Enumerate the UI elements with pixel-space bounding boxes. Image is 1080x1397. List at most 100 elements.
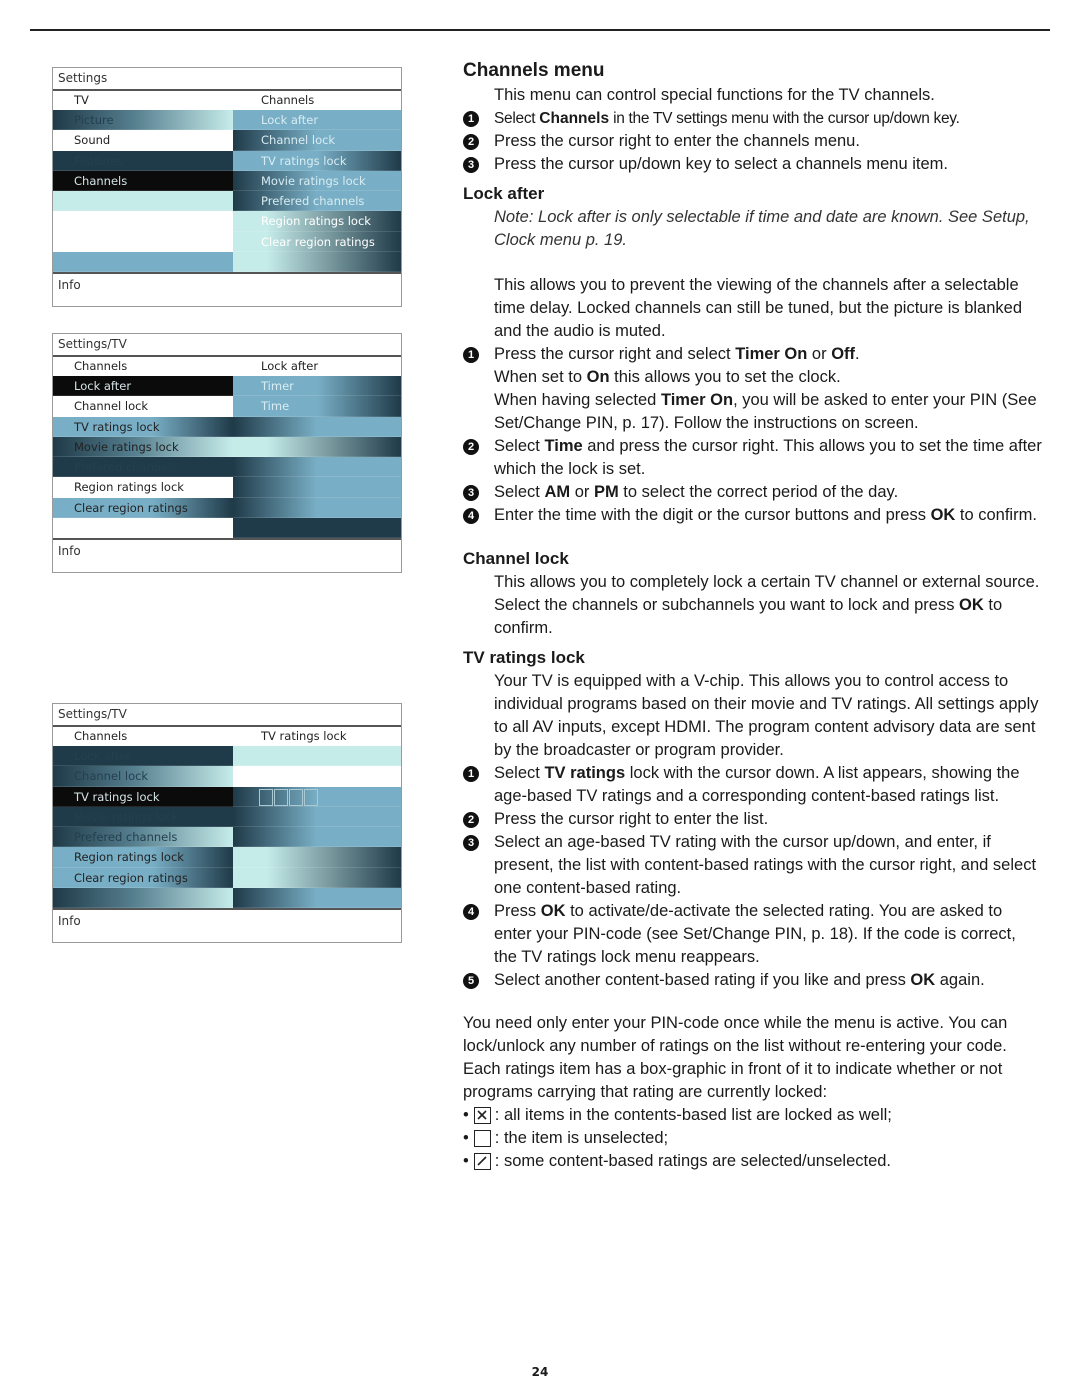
submenu-item — [233, 518, 401, 539]
menu-item[interactable]: Lock after — [53, 746, 233, 767]
step-bold: Channels — [539, 110, 610, 127]
legend-item: • : some content-based ratings are selec… — [463, 1152, 892, 1170]
step-item: 4 Enter the time with the digit or the c… — [463, 504, 1043, 527]
step-number-icon: 3 — [463, 835, 479, 851]
menu-item[interactable]: Movie ratings lock — [53, 806, 233, 828]
step-item: 1 Select Channels in the TV settings men… — [463, 107, 1043, 130]
pin-note: You need only enter your PIN-code once w… — [463, 1014, 1008, 1055]
rating-box-icon[interactable] — [274, 788, 288, 806]
submenu-item — [233, 867, 401, 889]
submenu-item[interactable]: Timer — [233, 376, 401, 397]
menu-item[interactable]: Clear region ratings — [53, 497, 233, 519]
menu-item — [53, 211, 233, 232]
step-number-icon: 1 — [463, 347, 479, 363]
submenu-item — [233, 806, 401, 828]
menu-item[interactable]: Picture — [53, 110, 233, 131]
submenu-item — [233, 746, 401, 767]
submenu-item — [233, 252, 401, 273]
step-number-icon: 3 — [463, 157, 479, 173]
step-item: 5 Select another content-based rating if… — [463, 969, 1043, 992]
lock-after-desc: This allows you to prevent the viewing o… — [494, 276, 1023, 340]
menu-item-selected[interactable]: TV ratings lock — [53, 786, 233, 807]
submenu-item — [233, 497, 401, 519]
menu-item[interactable]: Clear region ratings — [53, 867, 233, 889]
step-number-icon: 3 — [463, 485, 479, 501]
menu-right-header: Channels — [261, 93, 315, 107]
step-item: 2 Press the cursor right to enter the ch… — [463, 130, 1043, 153]
menu-item[interactable]: Prefered channels — [53, 827, 233, 848]
intro-text: This menu can control special functions … — [494, 86, 935, 104]
menu-title: Settings — [53, 68, 401, 91]
menu-item — [53, 888, 233, 909]
step-item: 2 Select Time and press the cursor right… — [463, 435, 1043, 481]
step-item: 2 Press the cursor right to enter the li… — [463, 808, 1043, 831]
menu-title: Settings/TV — [53, 334, 401, 357]
page-number: 24 — [531, 1365, 549, 1379]
submenu-item[interactable]: Clear region ratings — [233, 231, 401, 253]
tv-ratings-desc: Your TV is equipped with a V-chip. This … — [494, 672, 1039, 759]
step-number-icon: 2 — [463, 134, 479, 150]
submenu-item[interactable]: Channel lock — [233, 130, 401, 151]
menu-info: Info — [53, 908, 401, 942]
step-item: 3 Select AM or PM to select the correct … — [463, 481, 1043, 504]
submenu-item[interactable]: TV ratings lock — [233, 150, 401, 171]
submenu-item — [233, 888, 401, 909]
menu-tv-ratings-lock: Settings/TV Channels TV ratings lock Loc… — [52, 703, 402, 944]
menu-item[interactable]: Channel lock — [53, 766, 233, 787]
menu-item-selected[interactable]: Lock after — [53, 376, 233, 397]
rating-boxes-row[interactable] — [233, 786, 401, 807]
menu-item[interactable]: Region ratings lock — [53, 847, 233, 868]
rating-box-icon[interactable] — [304, 788, 318, 806]
menu-left-header: Channels — [74, 359, 128, 373]
legend-item: • : the item is unselected; — [463, 1129, 669, 1147]
channel-lock-heading: Channel lock — [463, 549, 569, 568]
legend-item: • : all items in the contents-based list… — [463, 1106, 892, 1124]
box-slash-icon — [473, 1153, 491, 1170]
step-item: 1 Press the cursor right and select Time… — [463, 343, 1043, 435]
lock-after-note: Note: Lock after is only selectable if t… — [494, 208, 1030, 249]
menu-item[interactable]: TV ratings lock — [53, 416, 233, 437]
box-intro: Each ratings item has a box-graphic in f… — [463, 1060, 1003, 1101]
menu-item[interactable]: Region ratings lock — [53, 477, 233, 498]
step-number-icon: 1 — [463, 111, 479, 127]
rating-boxes[interactable] — [259, 788, 319, 806]
submenu-item[interactable]: Prefered channels — [233, 191, 401, 212]
submenu-item — [233, 477, 401, 498]
step-item: 3 Select an age-based TV rating with the… — [463, 831, 1043, 900]
menu-item — [53, 518, 233, 539]
menu-item — [53, 231, 233, 253]
menu-title: Settings/TV — [53, 704, 401, 727]
box-x-icon — [473, 1107, 491, 1124]
lock-after-heading: Lock after — [463, 184, 545, 203]
step-item: 1 Select TV ratings lock with the cursor… — [463, 762, 1043, 808]
submenu-item[interactable]: Movie ratings lock — [233, 170, 401, 192]
channel-lock-desc: This allows you to completely lock a cer… — [494, 573, 1040, 637]
rating-box-icon[interactable] — [289, 788, 303, 806]
submenu-item — [233, 766, 401, 787]
submenu-item[interactable]: Region ratings lock — [233, 211, 401, 232]
submenu-item[interactable]: Time — [233, 396, 401, 417]
submenu-item — [233, 457, 401, 478]
step-text: Press the cursor up/down key to select a… — [494, 155, 948, 173]
step-item: 4 Press OK to activate/de-activate the s… — [463, 900, 1043, 969]
step-number-icon: 5 — [463, 973, 479, 989]
rating-box-icon[interactable] — [259, 788, 273, 806]
menu-item[interactable]: Prefered channels — [53, 457, 233, 478]
step-number-icon: 2 — [463, 812, 479, 828]
menu-item[interactable]: Features — [53, 150, 233, 171]
top-rule — [30, 29, 1050, 31]
content-column: Channels menu This menu can control spec… — [463, 58, 1043, 1173]
submenu-item — [233, 847, 401, 868]
menu-right-header: TV ratings lock — [261, 729, 347, 743]
menu-item[interactable]: Sound — [53, 130, 233, 151]
menu-item[interactable]: Channel lock — [53, 396, 233, 417]
menu-settings-channels: Settings TV Channels Picture Sound Featu… — [52, 67, 402, 308]
step-number-icon: 1 — [463, 766, 479, 782]
menu-item[interactable]: Movie ratings lock — [53, 436, 233, 458]
menu-item-selected[interactable]: Channels — [53, 170, 233, 192]
step-number-icon: 2 — [463, 439, 479, 455]
step-text: Select — [494, 110, 540, 127]
tv-ratings-heading: TV ratings lock — [463, 648, 585, 667]
submenu-item[interactable]: Lock after — [233, 110, 401, 131]
menu-right-header: Lock after — [261, 359, 319, 373]
